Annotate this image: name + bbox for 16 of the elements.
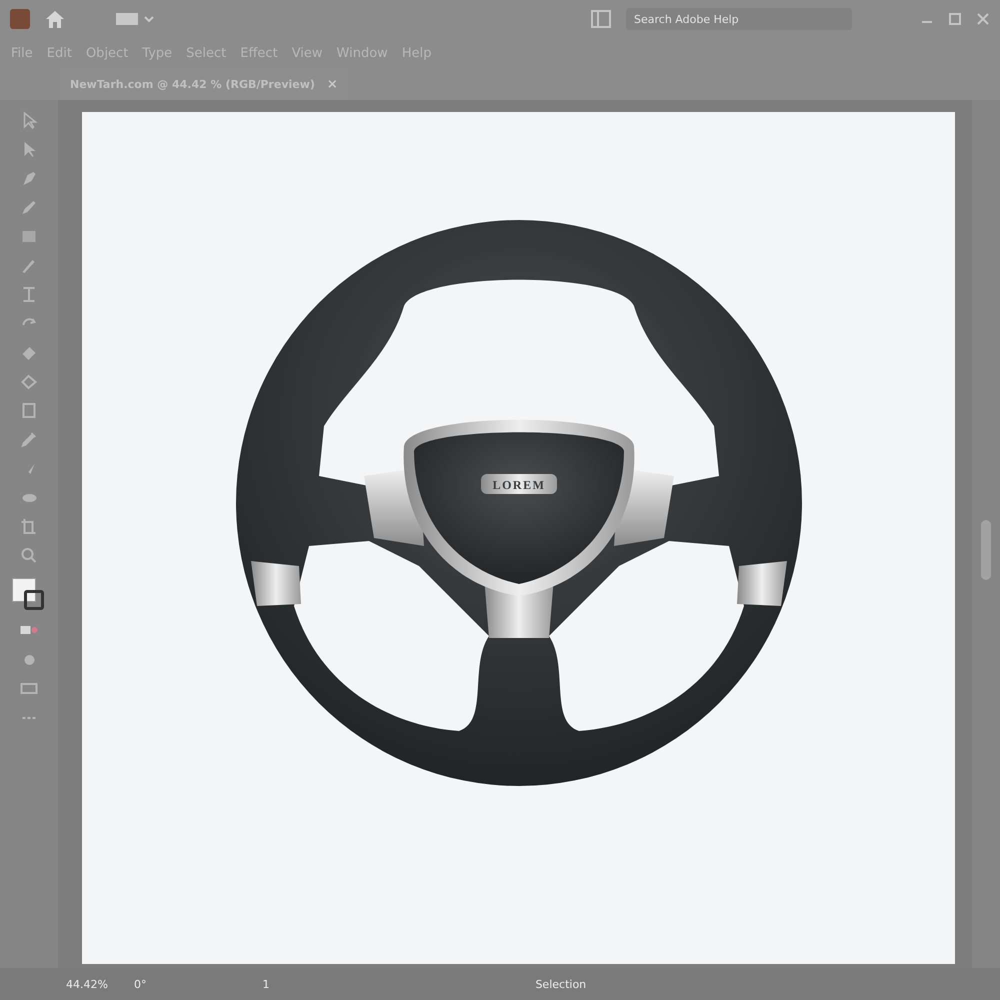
scrollbar-thumb[interactable] [981, 520, 991, 580]
zoom-level[interactable]: 44.42% [66, 978, 108, 990]
search-field[interactable]: Search Adobe Help [626, 8, 852, 30]
home-icon[interactable] [44, 9, 66, 29]
fill-swatch[interactable] [12, 578, 36, 602]
artboard-number[interactable]: 1 [262, 978, 270, 990]
tab-close-button[interactable]: × [326, 76, 338, 92]
emblem-label: LOREM [492, 478, 545, 492]
maximize-icon[interactable] [948, 12, 962, 26]
rotation-value[interactable]: 0° [134, 978, 146, 990]
panel-icon[interactable] [590, 8, 612, 30]
stroke-swatch[interactable] [24, 590, 44, 610]
app-logo-icon[interactable] [10, 9, 30, 29]
close-icon[interactable] [976, 12, 990, 26]
layout-switcher-icon[interactable] [116, 11, 156, 27]
current-tool: Selection [535, 978, 586, 990]
